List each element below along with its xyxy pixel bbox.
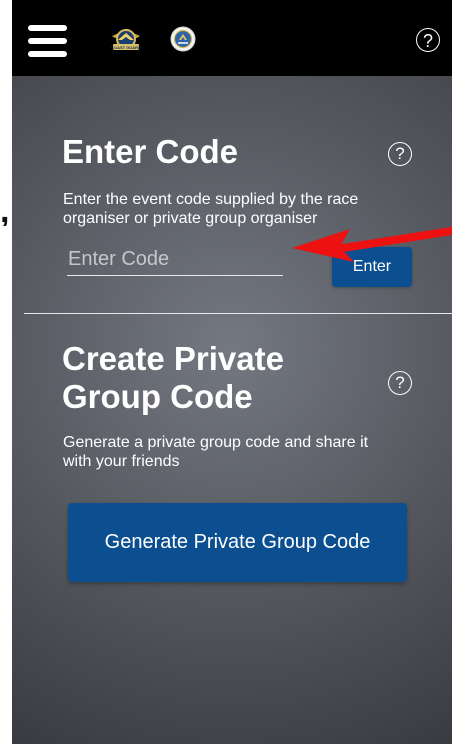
top-bar: COAST GUARD ?	[12, 0, 452, 76]
enter-code-help-icon[interactable]: ?	[388, 142, 412, 166]
enter-code-input[interactable]	[67, 248, 283, 276]
menu-line-1	[28, 25, 67, 31]
private-group-description: Generate a private group code and share …	[63, 434, 369, 470]
red-arrow-icon	[292, 227, 452, 262]
help-icon-top[interactable]: ?	[416, 28, 440, 52]
screenshot-page: , COAST GUARD ? Enter Code ? Enter the e…	[0, 0, 452, 754]
logo-lettering: COAST GUARD	[111, 45, 141, 50]
enter-code-title: Enter Code	[62, 133, 239, 170]
bottom-white-margin	[0, 744, 452, 754]
coast-guard-logo: COAST GUARD	[111, 29, 141, 50]
menu-icon[interactable]	[28, 25, 67, 57]
stray-comma-text: ,	[0, 196, 10, 226]
left-white-strip	[0, 0, 12, 754]
phone-screen: COAST GUARD ? Enter Code ? Enter the eve…	[12, 0, 452, 754]
section-divider	[24, 313, 452, 314]
menu-line-2	[28, 38, 67, 44]
private-group-help-icon[interactable]: ?	[388, 371, 412, 395]
create-private-group-title: Create Private Group Code	[62, 340, 284, 415]
generate-private-group-code-button[interactable]: Generate Private Group Code	[68, 503, 407, 582]
menu-line-3	[28, 51, 67, 57]
badge-logo	[170, 26, 196, 52]
